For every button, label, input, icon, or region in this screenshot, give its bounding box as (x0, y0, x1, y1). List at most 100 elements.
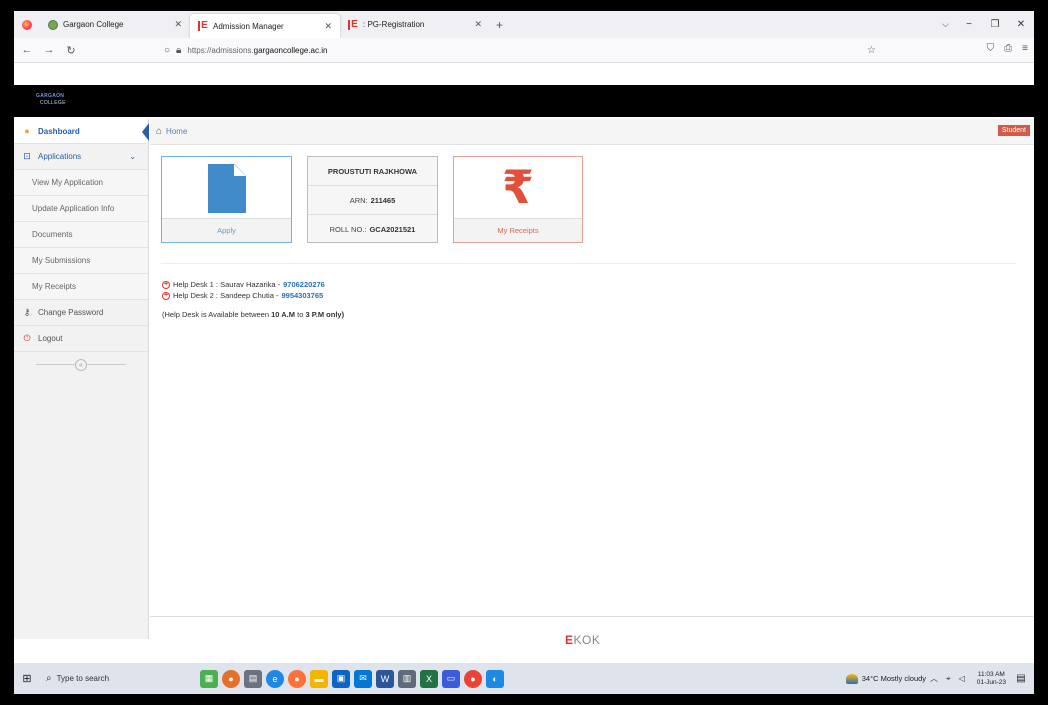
plus-circle-icon: + (162, 291, 170, 300)
notification-icon[interactable]: ▤ (1014, 673, 1028, 684)
chrome-icon[interactable]: ● (464, 669, 482, 688)
tracking-shield-icon[interactable]: ○ (164, 45, 170, 56)
app-icon[interactable]: ▭ (442, 669, 460, 688)
power-icon: ⏻ (23, 333, 31, 343)
sidebar-item-my-receipts[interactable]: My Receipts (14, 274, 148, 300)
ekok-favicon-icon: E (348, 19, 358, 30)
store-icon[interactable]: ▣ (332, 669, 350, 688)
dashboard-icon: ● (24, 126, 30, 136)
widgets-icon[interactable]: ▦ (200, 669, 218, 688)
bookmark-star-icon[interactable]: ☆ (867, 45, 876, 56)
sidebar-item-applications[interactable]: ⊡ Applications ⌄ (14, 144, 148, 170)
help-desk-2-text: Help Desk 2 : Sandeep Chutia - (173, 291, 279, 300)
game-icon[interactable]: ● (222, 669, 240, 688)
windows-taskbar: ⊞ ⌕ Type to search ▦ ● ▤ e ● ▬ ▣ ✉ W ▥ X… (14, 663, 1034, 694)
back-arrow-icon[interactable]: ← (18, 44, 36, 56)
sidebar-item-label: View My Application (32, 178, 103, 187)
close-icon[interactable]: ✕ (174, 19, 182, 30)
sidebar-item-label: My Receipts (32, 282, 77, 291)
ekok-e: E (565, 633, 574, 647)
apply-card[interactable]: Apply (161, 156, 292, 243)
pocket-icon[interactable]: ⛉ (987, 43, 995, 54)
sidebar-item-logout[interactable]: ⏻ Logout (14, 326, 148, 352)
my-receipts-card[interactable]: ₹ My Receipts (453, 156, 583, 243)
network-icon[interactable]: ⌖ (946, 674, 951, 684)
active-indicator (142, 123, 149, 141)
sidebar-item-documents[interactable]: Documents (14, 222, 148, 248)
close-icon[interactable]: ✕ (474, 19, 482, 30)
browser-tab-gargaon-college[interactable]: Gargaon College ✕ (40, 11, 190, 38)
word-icon[interactable]: W (376, 669, 394, 688)
calculator-icon[interactable]: ▥ (398, 669, 416, 688)
clock[interactable]: 11:03 AM 01-Jun-23 (977, 671, 1006, 687)
taskbar-search[interactable]: ⌕ Type to search (40, 663, 180, 694)
home-icon: ⌂ (156, 126, 163, 137)
collapse-sidebar-icon[interactable]: « (75, 359, 87, 371)
help-desk-2-phone[interactable]: 9954303765 (281, 290, 323, 301)
reload-icon[interactable]: ↻ (62, 44, 80, 57)
avail-to: 3 P.M only) (305, 310, 345, 319)
sidebar-item-change-password[interactable]: ⚷ Change Password (14, 300, 148, 326)
search-icon: ⌕ (46, 673, 52, 684)
ekok-rest: KOK (573, 633, 601, 647)
role-badge: Student (997, 125, 1030, 136)
forward-arrow-icon[interactable]: → (40, 44, 58, 56)
lock-icon[interactable]: 🔒︎ (176, 45, 181, 56)
browser-nav-bar: ← → ↻ ○ 🔒︎ https://admissions. gargaoncol… (14, 38, 1034, 63)
chevron-down-icon: ⌄ (129, 152, 136, 161)
logo-line2: COLLEGE (40, 100, 66, 106)
url-host: gargaoncollege.ac.in (253, 46, 328, 55)
browser-tab-admission-manager[interactable]: E Admission Manager ✕ (190, 14, 340, 38)
firefox-view-button[interactable] (14, 11, 40, 38)
screen-frame: Gargaon College ✕ E Admission Manager ✕ … (14, 11, 1034, 694)
help-desk-1-phone[interactable]: 9706220276 (283, 279, 325, 290)
student-info-card: PROUSTUTI RAJKHOWA ARN: 211465 ROLL NO.: G… (307, 156, 438, 243)
arn-label: ARN: (349, 195, 368, 205)
file-explorer-icon[interactable]: ▬ (310, 669, 328, 688)
list-tabs-chevron-icon[interactable]: ⌵ (942, 19, 949, 30)
url-bar[interactable]: ○ 🔒︎ https://admissions. gargaoncollege.a… (164, 41, 884, 60)
sidebar-item-dashboard[interactable]: ● Dashboard (14, 119, 149, 144)
edge-icon[interactable]: e (266, 669, 284, 688)
restore-icon[interactable]: ❐ (982, 19, 1008, 30)
weather-text[interactable]: 34°C Mostly cloudy (862, 674, 926, 683)
firefox-icon (22, 19, 32, 30)
browser-tab-bar: Gargaon College ✕ E Admission Manager ✕ … (14, 11, 1034, 38)
firefox-taskbar-icon[interactable]: ● (288, 669, 306, 688)
window-close-icon[interactable]: ✕ (1008, 19, 1034, 30)
menu-icon[interactable]: ≡ (1022, 43, 1028, 54)
new-tab-button[interactable]: + (496, 11, 503, 38)
logo-line1: GARGAON (36, 93, 65, 99)
extensions-icon[interactable]: ⎙ (1004, 43, 1012, 54)
sidebar-item-label: Logout (38, 334, 63, 343)
footer-divider (150, 616, 1034, 617)
help-desk-1-text: Help Desk 1 : Saurav Hazarika - (173, 280, 281, 289)
chevron-up-icon[interactable]: ︿ (930, 673, 938, 684)
breadcrumb: ⌂ Home Student (150, 119, 1034, 145)
mail-icon[interactable]: ✉ (354, 669, 372, 688)
arn-value: 211465 (370, 195, 396, 205)
sidebar-item-view-my-application[interactable]: View My Application (14, 170, 148, 196)
sidebar: ● Dashboard ⊡ Applications ⌄ View My App… (14, 119, 149, 639)
breadcrumb-home-link[interactable]: Home (166, 127, 187, 136)
task-view-icon[interactable]: ▤ (244, 669, 262, 688)
sidebar-item-label: Documents (32, 230, 73, 239)
excel-icon[interactable]: X (420, 669, 438, 688)
ekok-brand: EKOK (565, 633, 600, 647)
plus-circle-icon: + (162, 280, 170, 289)
sidebar-item-update-application-info[interactable]: Update Application Info (14, 196, 148, 222)
sidebar-item-label: Update Application Info (32, 204, 115, 213)
app-icon-2[interactable]: ◐ (486, 669, 504, 688)
college-logo[interactable]: GARGAON COLLEGE (36, 93, 66, 107)
student-name: PROUSTUTI RAJKHOWA (308, 157, 437, 186)
windows-start-icon[interactable]: ⊞ (14, 672, 40, 685)
receipts-label: My Receipts (454, 218, 582, 242)
arn-row: ARN: 211465 (308, 186, 437, 215)
document-fold (234, 164, 246, 176)
volume-icon[interactable]: ◁ (959, 674, 965, 683)
close-icon[interactable]: ✕ (324, 21, 332, 32)
sidebar-item-my-submissions[interactable]: My Submissions (14, 248, 148, 274)
search-placeholder: Type to search (56, 674, 110, 683)
browser-tab-pg-registration[interactable]: E : PG-Registration ✕ (340, 11, 490, 38)
minimize-icon[interactable]: − (956, 19, 982, 30)
